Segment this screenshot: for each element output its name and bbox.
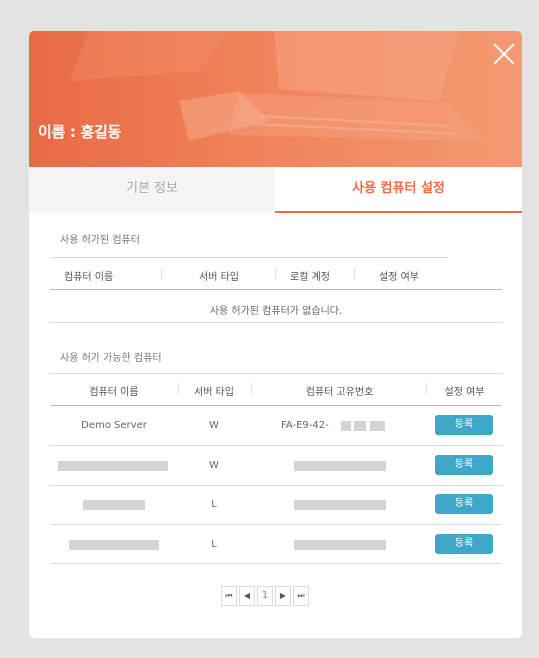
register-button[interactable]: 등록 — [435, 415, 493, 435]
next-page-icon[interactable]: ▶ — [275, 586, 291, 606]
available-section-title: 사용 허가 가능한 컴퓨터 — [60, 353, 162, 364]
available-col-computer-name: 컴퓨터 이름 — [89, 387, 139, 398]
divider — [50, 485, 502, 486]
last-page-icon[interactable]: ⏭ — [293, 586, 309, 606]
masked-computer-name — [83, 500, 145, 510]
divider — [50, 445, 502, 446]
tab-bar: 기본 정보 사용 컴퓨터 설정 — [29, 167, 522, 213]
masked-unique-id — [294, 500, 386, 510]
server-type-cell: L — [211, 539, 217, 550]
prev-page-icon[interactable]: ◀ — [239, 586, 255, 606]
divider — [50, 289, 502, 290]
masked-id-segment — [354, 421, 366, 431]
divider — [50, 524, 502, 525]
page-number-current[interactable]: 1 — [257, 586, 273, 606]
header-banner: 이름 : 홍길동 — [29, 31, 522, 167]
allowed-col-setting: 설정 여부 — [379, 272, 419, 283]
allowed-col-server-type: 서버 타입 — [199, 272, 239, 283]
register-button[interactable]: 등록 — [435, 534, 493, 554]
available-col-setting: 설정 여부 — [444, 387, 485, 398]
user-settings-modal: 이름 : 홍길동 기본 정보 사용 컴퓨터 설정 사용 허가된 컴퓨터 컴퓨터 … — [29, 31, 522, 638]
allowed-col-local-account: 로컬 계정 — [290, 272, 330, 283]
column-separator — [354, 268, 355, 279]
column-separator — [275, 268, 276, 279]
masked-id-segment — [341, 421, 351, 431]
computer-name-cell: Demo Server — [81, 420, 147, 431]
unique-id-cell: FA-E9-42- — [281, 420, 329, 431]
divider — [50, 257, 448, 258]
register-button[interactable]: 등록 — [435, 494, 493, 514]
allowed-col-computer-name: 컴퓨터 이름 — [64, 272, 114, 283]
available-col-server-type: 서버 타입 — [194, 387, 234, 398]
close-icon[interactable] — [493, 43, 515, 65]
masked-computer-name — [69, 540, 159, 550]
masked-id-segment — [370, 421, 385, 431]
masked-unique-id — [294, 461, 386, 471]
first-page-icon[interactable]: ⏮ — [221, 586, 237, 606]
server-type-cell: W — [209, 460, 219, 471]
tab-basic-info[interactable]: 기본 정보 — [29, 167, 275, 213]
divider — [50, 563, 502, 564]
allowed-section-title: 사용 허가된 컴퓨터 — [60, 235, 140, 246]
laptop-illustration — [69, 31, 484, 141]
available-col-unique-id: 컴퓨터 고유번호 — [305, 387, 374, 398]
column-separator — [161, 268, 162, 279]
server-type-cell: W — [209, 420, 219, 431]
masked-computer-name — [58, 461, 168, 471]
register-button[interactable]: 등록 — [435, 455, 493, 475]
divider — [50, 373, 502, 374]
user-name-title: 이름 : 홍길동 — [38, 123, 122, 141]
tab-computer-settings[interactable]: 사용 컴퓨터 설정 — [275, 167, 522, 213]
divider — [50, 322, 502, 323]
server-type-cell: L — [211, 499, 217, 510]
masked-unique-id — [294, 540, 386, 550]
allowed-empty-message: 사용 허가된 컴퓨터가 없습니다. — [209, 306, 343, 317]
divider — [50, 405, 502, 406]
